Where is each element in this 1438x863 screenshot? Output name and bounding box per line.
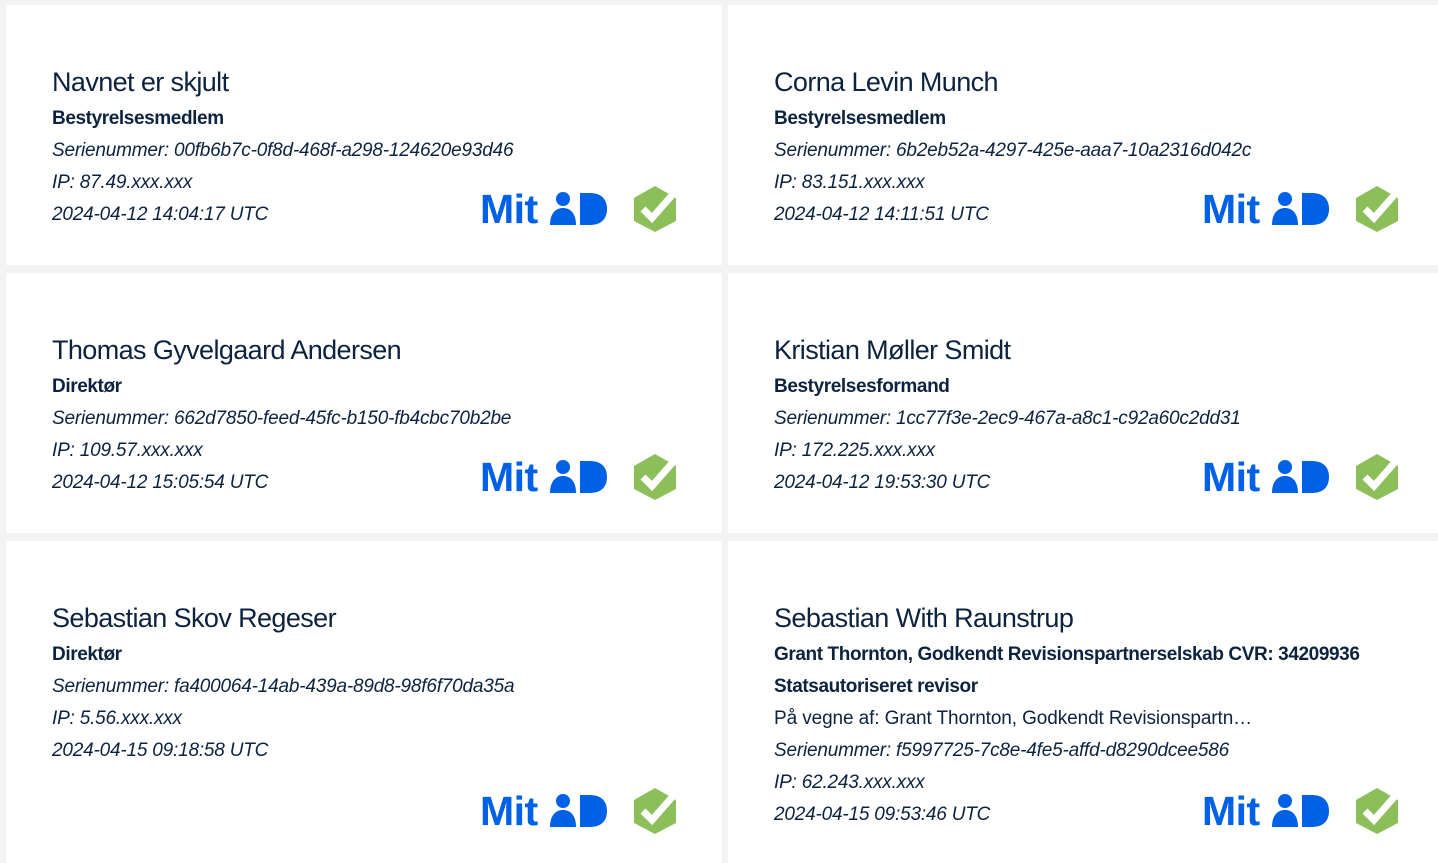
signer-timestamp: 2024-04-15 09:18:58 UTC (52, 740, 269, 761)
mitid-logo: Mit (480, 453, 608, 500)
mitid-badge: Mit (1202, 453, 1400, 501)
mitid-person-icon (549, 460, 607, 493)
signer-ip: IP: 5.56.xxx.xxx (52, 708, 182, 729)
signer-name: Sebastian Skov Regeser (52, 603, 337, 633)
mitid-logo-text: Mit (480, 185, 538, 232)
verified-check-icon (633, 788, 677, 834)
signer-timestamp: 2024-04-12 19:53:30 UTC (774, 472, 991, 493)
signer-ip: IP: 172.225.xxx.xxx (774, 440, 935, 461)
signer-serial: Serienummer: 1cc77f3e-2ec9-467a-a8c1-c92… (774, 408, 1241, 429)
verified-check-icon (633, 186, 677, 232)
mitid-logo-text: Mit (1202, 185, 1260, 232)
signer-card: Sebastian With Raunstrup Grant Thornton,… (728, 541, 1438, 863)
mitid-person-icon (1271, 460, 1329, 493)
signer-timestamp: 2024-04-12 14:11:51 UTC (774, 204, 989, 225)
signer-timestamp: 2024-04-15 09:53:46 UTC (774, 804, 991, 825)
verified-check-icon (1355, 454, 1399, 500)
signature-grid: Navnet er skjult Bestyrelsesmedlem Serie… (0, 0, 1438, 863)
signer-role: Bestyrelsesmedlem (52, 108, 224, 129)
signer-role: Direktør (52, 376, 122, 397)
verified-check-icon (633, 454, 677, 500)
signer-name: Corna Levin Munch (774, 67, 999, 97)
signer-ip: IP: 83.151.xxx.xxx (774, 172, 925, 193)
mitid-badge: Mit (480, 453, 678, 501)
mitid-logo-text: Mit (480, 453, 538, 500)
signer-name: Navnet er skjult (52, 67, 229, 97)
signer-serial: Serienummer: 6b2eb52a-4297-425e-aaa7-10a… (774, 140, 1252, 161)
mitid-badge: Mit (480, 185, 678, 233)
signer-on-behalf: På vegne af: Grant Thornton, Godkendt Re… (774, 708, 1253, 729)
signer-serial: Serienummer: 00fb6b7c-0f8d-468f-a298-124… (52, 140, 514, 161)
mitid-logo: Mit (1202, 787, 1330, 834)
signer-card: Navnet er skjult Bestyrelsesmedlem Serie… (6, 5, 722, 265)
signer-serial: Serienummer: fa400064-14ab-439a-89d8-98f… (52, 676, 515, 697)
mitid-logo-text: Mit (1202, 453, 1260, 500)
mitid-logo: Mit (480, 787, 608, 834)
signer-ip: IP: 109.57.xxx.xxx (52, 440, 203, 461)
signer-card: Kristian Møller Smidt Bestyrelsesformand… (728, 273, 1438, 533)
mitid-badge: Mit (480, 787, 678, 835)
signer-serial: Serienummer: 662d7850-feed-45fc-b150-fb4… (52, 408, 512, 429)
mitid-logo: Mit (1202, 185, 1330, 232)
signer-role: Bestyrelsesmedlem (774, 108, 946, 129)
signer-card: Corna Levin Munch Bestyrelsesmedlem Seri… (728, 5, 1438, 265)
signer-ip: IP: 87.49.xxx.xxx (52, 172, 193, 193)
signer-card: Thomas Gyvelgaard Andersen Direktør Seri… (6, 273, 722, 533)
mitid-person-icon (1271, 794, 1329, 827)
mitid-person-icon (549, 192, 607, 225)
mitid-person-icon (1271, 192, 1329, 225)
signer-name: Thomas Gyvelgaard Andersen (52, 335, 402, 365)
signer-serial: Serienummer: f5997725-7c8e-4fe5-affd-d82… (774, 740, 1229, 761)
signer-timestamp: 2024-04-12 14:04:17 UTC (52, 204, 269, 225)
signer-name: Kristian Møller Smidt (774, 335, 1011, 365)
mitid-logo: Mit (1202, 453, 1330, 500)
mitid-logo-text: Mit (1202, 787, 1260, 834)
signer-name: Sebastian With Raunstrup (774, 603, 1074, 633)
signer-card: Sebastian Skov Regeser Direktør Serienum… (6, 541, 722, 863)
mitid-badge: Mit (1202, 787, 1400, 835)
signer-role: Statsautoriseret revisor (774, 676, 978, 697)
verified-check-icon (1355, 186, 1399, 232)
mitid-badge: Mit (1202, 185, 1400, 233)
signer-company: Grant Thornton, Godkendt Revisionspartne… (774, 644, 1360, 665)
verified-check-icon (1355, 788, 1399, 834)
signer-role: Bestyrelsesformand (774, 376, 950, 397)
signer-ip: IP: 62.243.xxx.xxx (774, 772, 925, 793)
signer-timestamp: 2024-04-12 15:05:54 UTC (52, 472, 269, 493)
mitid-person-icon (549, 794, 607, 827)
signer-role: Direktør (52, 644, 122, 665)
mitid-logo: Mit (480, 185, 608, 232)
mitid-logo-text: Mit (480, 787, 538, 834)
